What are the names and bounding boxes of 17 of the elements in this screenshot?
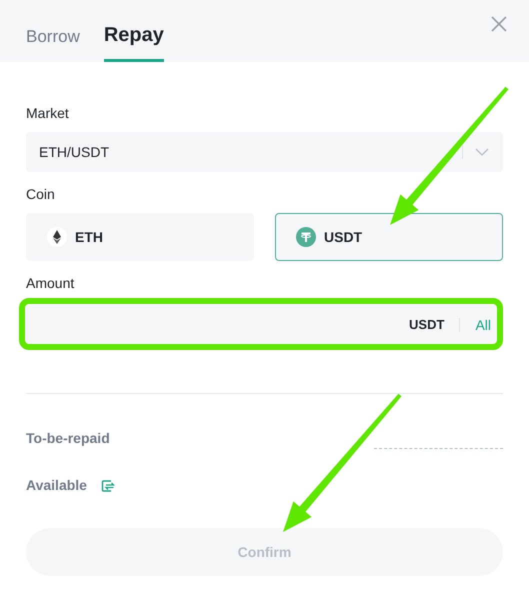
field-label: Coin: [26, 187, 56, 201]
select-value: ETH/USDT: [39, 142, 110, 162]
tab[interactable]: Borrow: [26, 28, 80, 62]
coin-option[interactable]: USDT: [275, 213, 503, 261]
summary-label: To-be-repaid: [26, 429, 111, 448]
field-label: Amount: [26, 276, 76, 290]
transfer-icon[interactable]: [100, 478, 115, 492]
market-select[interactable]: ETH/USDT: [26, 132, 503, 172]
field-label: Market: [26, 106, 70, 120]
close-icon[interactable]: [491, 16, 507, 32]
tab[interactable]: Repay: [104, 25, 164, 62]
coin-option[interactable]: ETH: [26, 213, 254, 261]
summary-label: Available: [26, 476, 87, 495]
ethereum-icon: [47, 227, 67, 247]
chevron-down-icon: [475, 148, 489, 156]
unit-label: USDT: [409, 316, 444, 334]
tether-icon: [296, 227, 316, 247]
